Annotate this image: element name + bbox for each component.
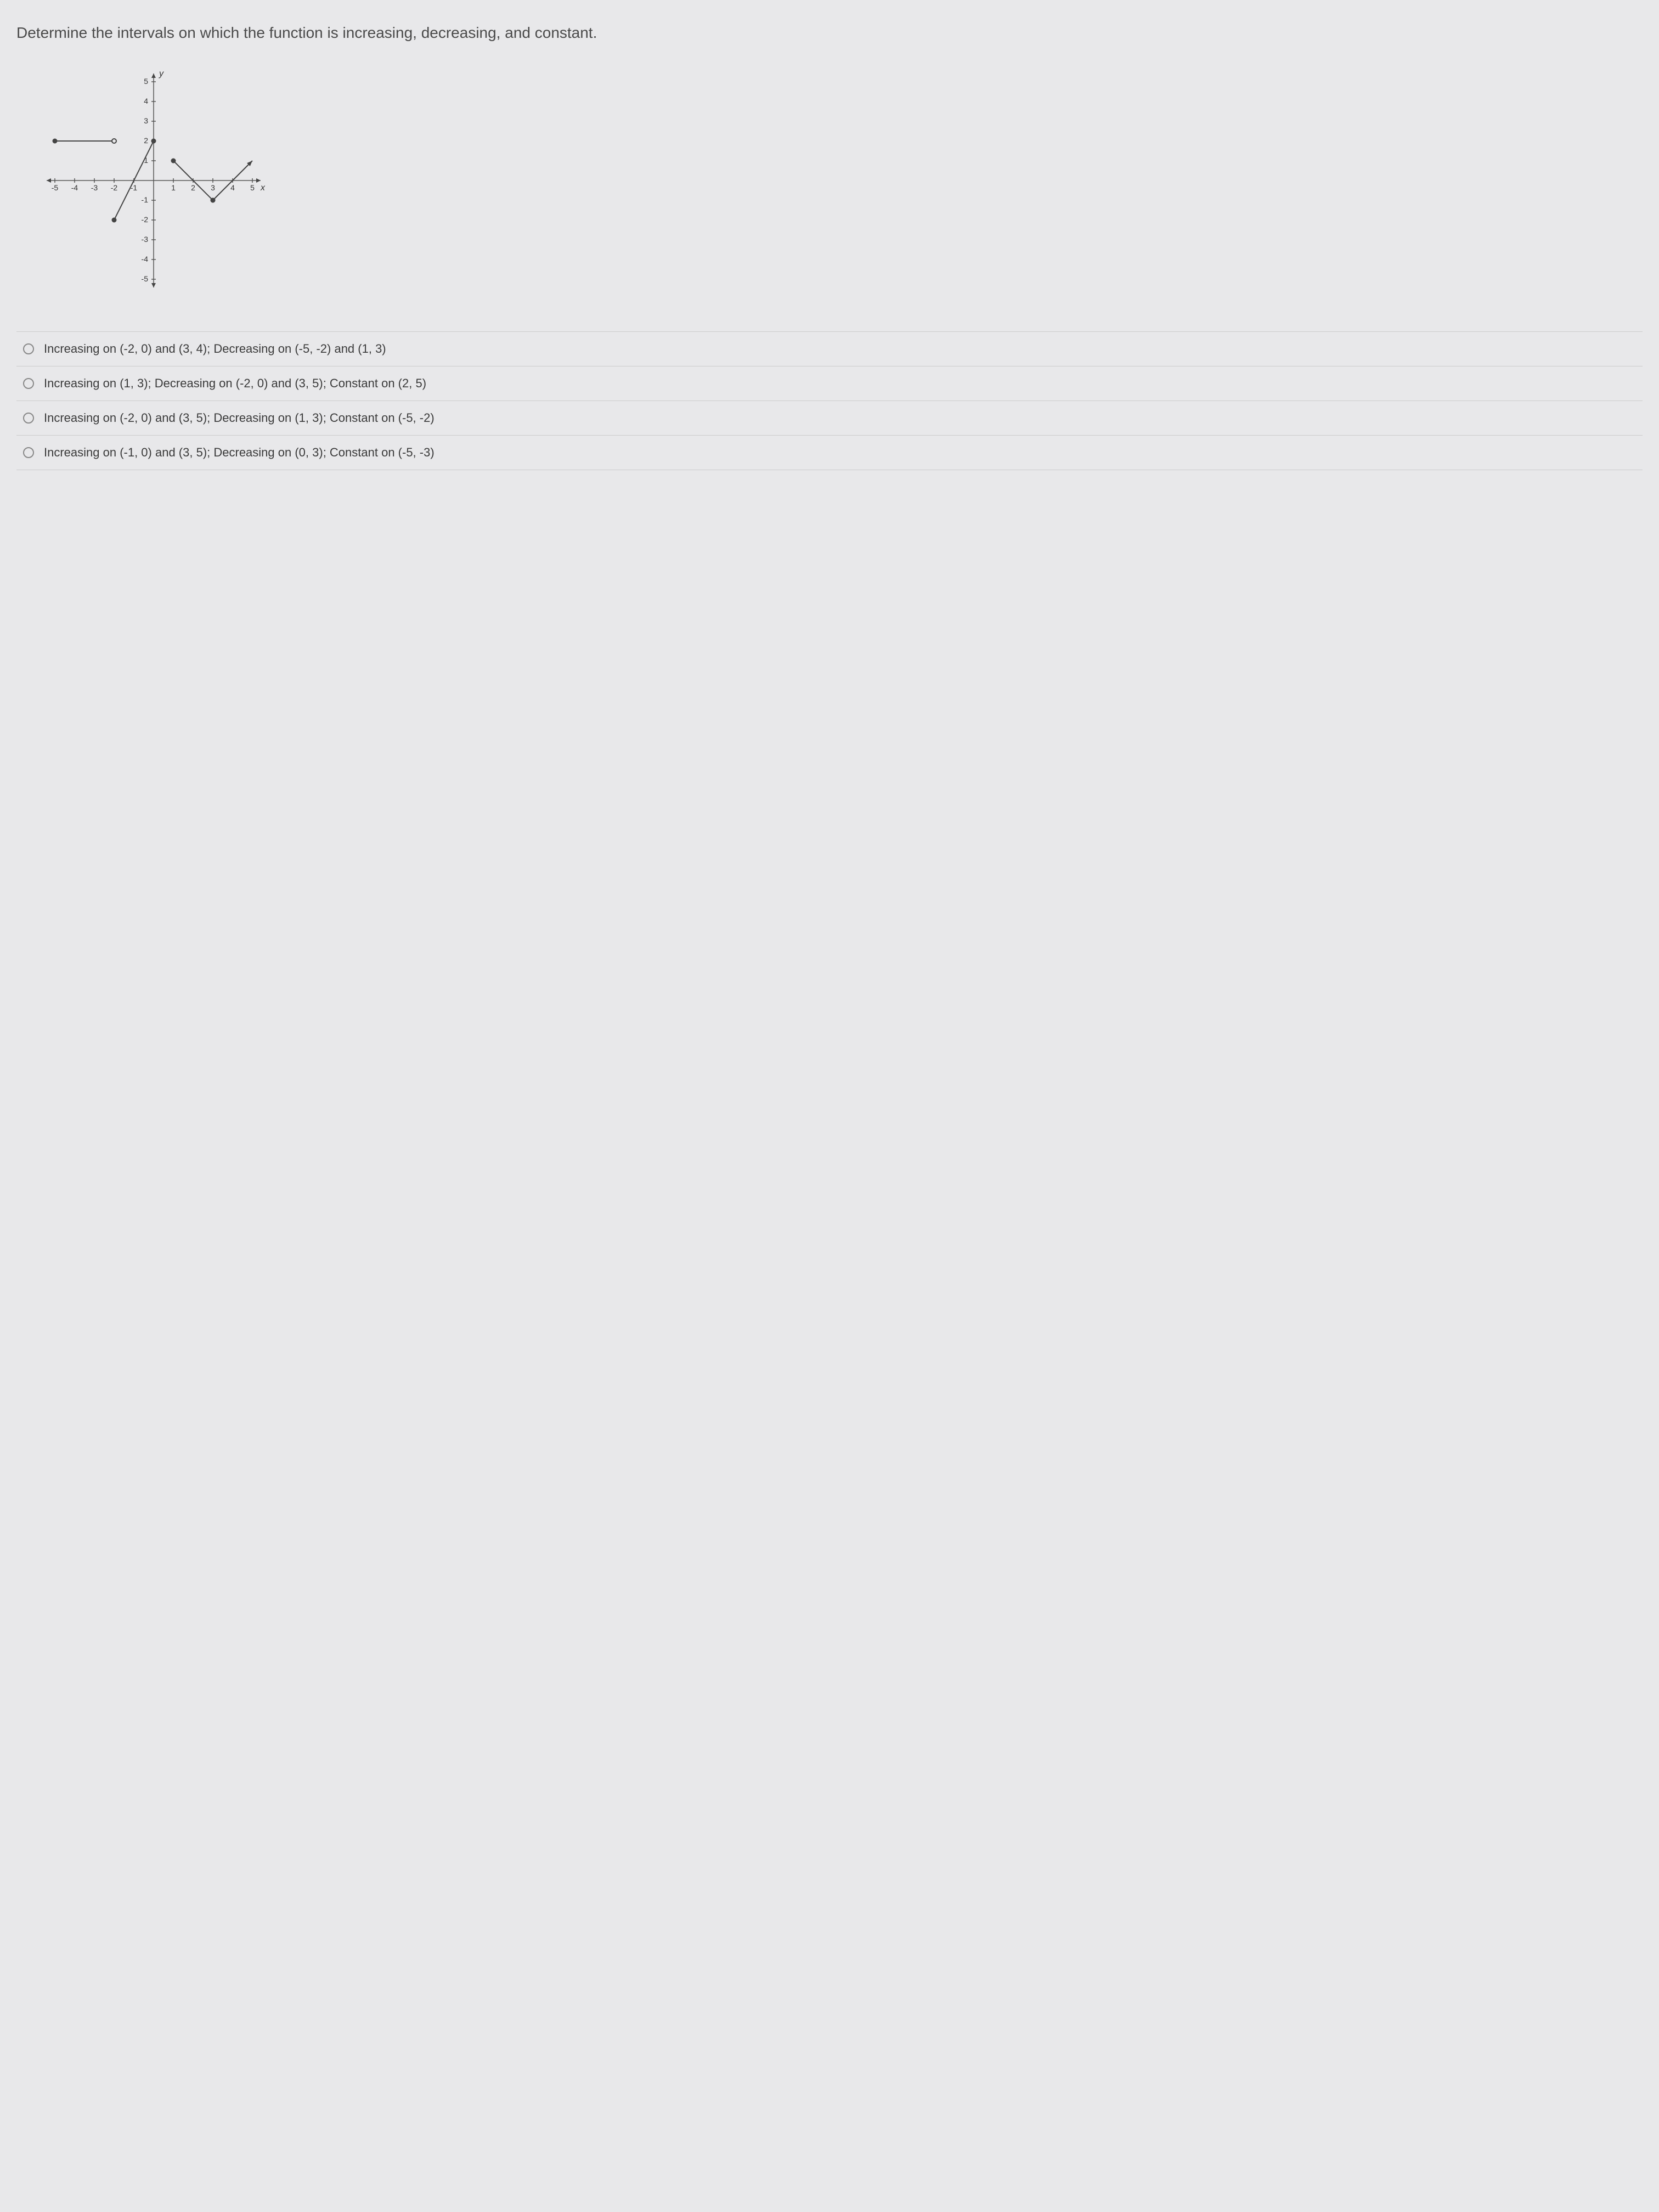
svg-text:2: 2 bbox=[191, 183, 195, 192]
option-a[interactable]: Increasing on (-2, 0) and (3, 4); Decrea… bbox=[16, 331, 1643, 366]
option-d[interactable]: Increasing on (-1, 0) and (3, 5); Decrea… bbox=[16, 435, 1643, 470]
svg-text:-5: -5 bbox=[52, 183, 59, 192]
svg-text:3: 3 bbox=[211, 183, 215, 192]
svg-text:-3: -3 bbox=[142, 235, 149, 244]
radio-icon bbox=[23, 413, 34, 424]
option-c[interactable]: Increasing on (-2, 0) and (3, 5); Decrea… bbox=[16, 400, 1643, 435]
svg-text:-4: -4 bbox=[142, 255, 149, 263]
svg-text:-2: -2 bbox=[142, 215, 149, 224]
svg-text:-5: -5 bbox=[142, 274, 149, 283]
svg-text:4: 4 bbox=[144, 97, 148, 105]
svg-text:5: 5 bbox=[144, 77, 148, 86]
svg-text:-2: -2 bbox=[111, 183, 118, 192]
option-label: Increasing on (-2, 0) and (3, 5); Decrea… bbox=[44, 411, 435, 425]
svg-text:3: 3 bbox=[144, 116, 148, 125]
question-text: Determine the intervals on which the fun… bbox=[16, 22, 1643, 43]
svg-text:5: 5 bbox=[250, 183, 255, 192]
option-b[interactable]: Increasing on (1, 3); Decreasing on (-2,… bbox=[16, 366, 1643, 400]
function-graph: -5-4-3-2-112345-5-4-3-2-112345xy bbox=[38, 65, 269, 296]
radio-icon bbox=[23, 343, 34, 354]
radio-icon bbox=[23, 378, 34, 389]
svg-text:4: 4 bbox=[230, 183, 235, 192]
svg-text:-3: -3 bbox=[91, 183, 98, 192]
svg-text:2: 2 bbox=[144, 136, 148, 145]
options-list: Increasing on (-2, 0) and (3, 4); Decrea… bbox=[16, 331, 1643, 470]
svg-text:-1: -1 bbox=[142, 195, 149, 204]
svg-text:1: 1 bbox=[171, 183, 176, 192]
option-label: Increasing on (-1, 0) and (3, 5); Decrea… bbox=[44, 445, 435, 460]
svg-text:-4: -4 bbox=[71, 183, 78, 192]
radio-icon bbox=[23, 447, 34, 458]
svg-text:x: x bbox=[260, 183, 266, 193]
svg-text:y: y bbox=[159, 69, 164, 78]
chart-container: -5-4-3-2-112345-5-4-3-2-112345xy bbox=[38, 65, 1643, 298]
option-label: Increasing on (-2, 0) and (3, 4); Decrea… bbox=[44, 342, 386, 356]
option-label: Increasing on (1, 3); Decreasing on (-2,… bbox=[44, 376, 426, 391]
